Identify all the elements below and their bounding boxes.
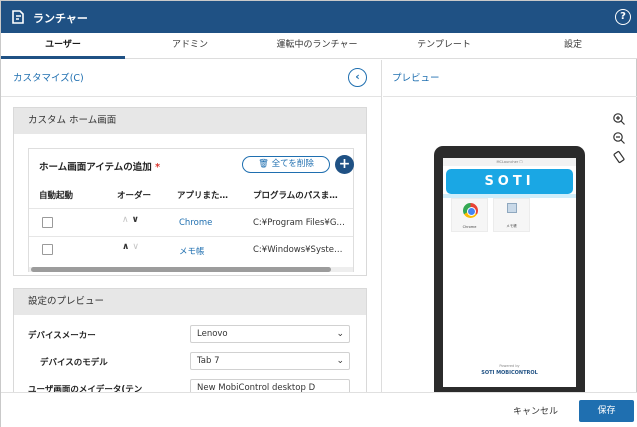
chrome-icon [463,203,478,218]
order-arrows[interactable]: ∧∨ [122,242,142,252]
app-tile-label: メモ帳 [506,224,517,228]
app-tile-chrome[interactable]: Chrome [451,198,488,232]
customize-label: カスタマイズ(C) [13,73,84,84]
chevron-down-icon: ⌄ [336,356,344,366]
app-link[interactable]: メモ帳 [179,245,205,257]
autostart-checkbox[interactable] [42,244,53,255]
wallpaper-field[interactable]: New MobiControl desktop D [190,379,350,392]
col-app: アプリまた… [177,191,229,201]
mobicontrol-logo: SOTI MOBICONTROL [481,370,538,376]
add-item-button[interactable]: + [335,155,354,174]
tab-templates[interactable]: テンプレート [382,33,506,59]
settings-preview-header: 設定のプレビュー [14,289,366,315]
device-maker-label: デバイスメーカー [28,331,96,341]
preview-label: プレビュー [392,73,440,84]
header-divider [29,208,353,209]
custom-home-header: カスタム ホーム画面 [14,108,366,134]
custom-home-card: カスタム ホーム画面 ホーム画面アイテムの追加 * 🗑 全てを削除 + 自動起動… [13,107,367,276]
move-down-icon: ∨ [132,242,142,252]
customize-panel: カスタマイズ(C) ‹ カスタム ホーム画面 ホーム画面アイテムの追加 * 🗑 … [1,60,382,392]
horizontal-scrollbar[interactable] [29,267,353,272]
launcher-icon [12,10,24,24]
app-tile-notepad[interactable]: メモ帳 [493,198,530,232]
move-up-icon: ∧ [122,215,132,225]
tab-running-launchers[interactable]: 運転中のランチャー [255,33,379,59]
required-mark: * [155,162,161,173]
powered-by: Powered by [499,364,520,368]
device-maker-select[interactable]: Lenovo ⌄ [190,325,350,343]
scrollbar-thumb[interactable] [31,267,331,272]
order-arrows[interactable]: ∧∨ [122,215,142,225]
col-order: オーダー [117,191,152,201]
title-bar: ランチャー ? [1,1,637,33]
divider [383,96,637,97]
notepad-icon [507,203,517,213]
trash-icon: 🗑 [258,159,269,169]
tab-admin[interactable]: アドミン [128,33,252,59]
tab-settings[interactable]: 設定 [511,33,635,59]
tab-bar: ユーザー アドミン 運転中のランチャー テンプレート 設定 [1,33,637,59]
col-path: プログラムのパスま… [253,191,338,201]
footer-bar: キャンセル 保存 [1,392,637,427]
cancel-button[interactable]: キャンセル [513,404,558,417]
program-path: C:¥Windows¥Syste… [253,245,343,255]
device-model-label: デバイスのモデル [40,358,108,368]
device-model-select[interactable]: Tab 7 ⌄ [190,352,350,370]
question-circle-icon[interactable]: ? [615,9,631,25]
settings-preview-card: 設定のプレビュー デバイスメーカー Lenovo ⌄ デバイスのモデル Tab 7… [13,288,367,392]
device-screen: MCLauncher ☐ SOTI Chrome メモ帳 Powered by … [443,158,576,387]
app-tile-label: Chrome [462,225,477,229]
divider [1,96,381,97]
delete-all-button[interactable]: 🗑 全てを削除 [242,156,330,173]
tab-users[interactable]: ユーザー [1,33,125,59]
chevron-down-icon: ⌄ [336,329,344,339]
device-status-bar: MCLauncher ☐ [443,158,576,166]
soti-banner: SOTI [446,169,573,194]
launcher-window: ランチャー ? ユーザー アドミン 運転中のランチャー テンプレート 設定 カス… [0,0,637,427]
save-button[interactable]: 保存 [579,400,634,422]
program-path: C:¥Program Files¥G… [253,218,345,228]
move-down-icon: ∨ [131,215,142,225]
row-divider [29,236,353,237]
move-up-icon: ∧ [122,242,133,252]
chevron-left-icon[interactable]: ‹ [348,68,367,87]
zoom-out-icon[interactable] [612,131,626,145]
home-items-table: ホーム画面アイテムの追加 * 🗑 全てを削除 + 自動起動 オーダー アプリまた… [28,148,354,272]
col-autostart: 自動起動 [39,191,74,201]
home-items-title: ホーム画面アイテムの追加 * [39,162,161,173]
app-link[interactable]: Chrome [179,218,212,228]
zoom-in-icon[interactable] [612,112,626,126]
window-title: ランチャー [33,12,88,25]
autostart-checkbox[interactable] [42,217,53,228]
rotate-icon[interactable] [612,150,626,164]
wallpaper-label: ユーザ画面のメイデータ(テン [28,385,143,392]
